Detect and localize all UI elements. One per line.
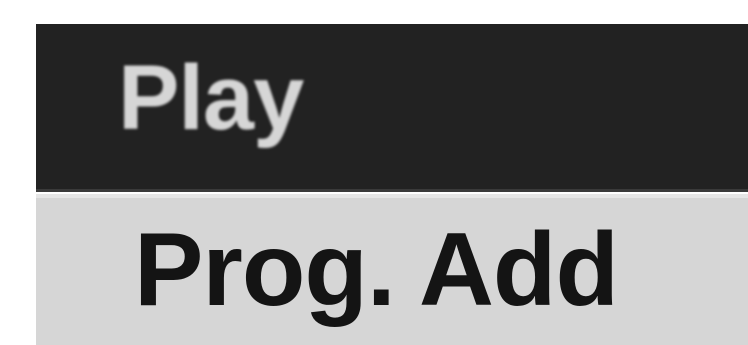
menu-header: Play	[36, 24, 748, 192]
menu-item-label: Prog. Add	[134, 212, 619, 328]
menu-item-prog-add[interactable]: Prog. Add	[36, 194, 748, 345]
menu-header-title: Play	[118, 47, 304, 149]
play-menu: Play Prog. Add	[36, 24, 748, 345]
